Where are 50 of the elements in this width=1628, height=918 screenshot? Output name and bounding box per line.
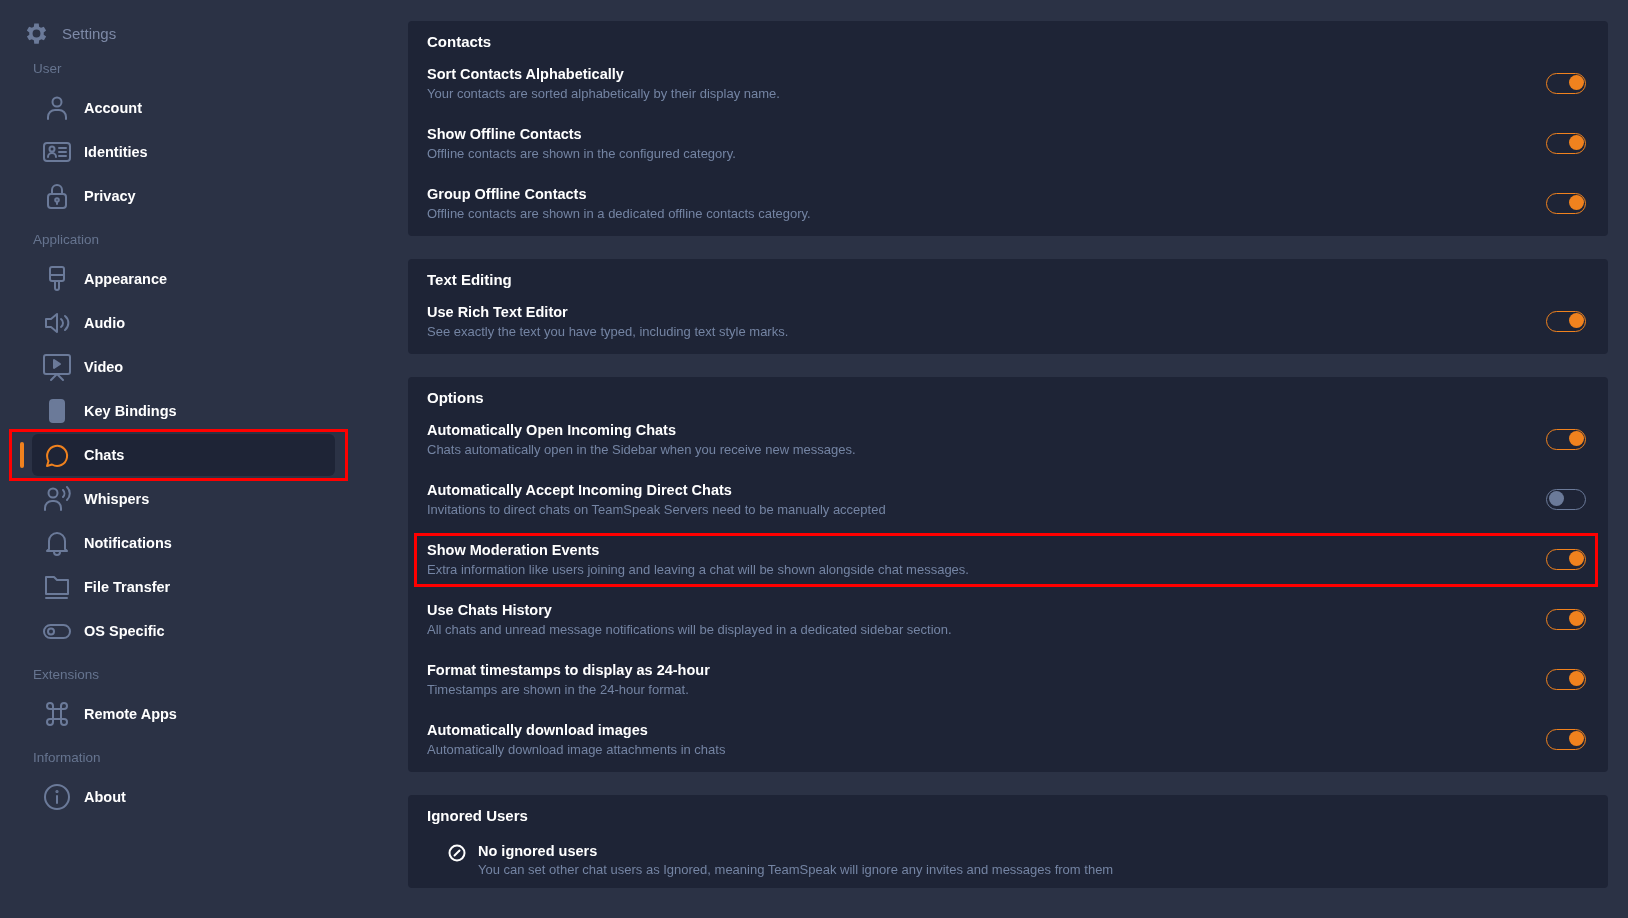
person-speaking-icon (42, 484, 72, 514)
setting-title: Show Moderation Events (427, 541, 601, 558)
sidebar-item[interactable]: Remote Apps (32, 693, 335, 735)
setting-description: Your contacts are sorted alphabetically by their display name. (427, 85, 781, 101)
sidebar-item[interactable]: Notifications (32, 522, 335, 564)
group-label: Extensions (33, 666, 101, 684)
sidebar-item[interactable]: Privacy (32, 175, 335, 217)
sidebar-title: Settings (62, 24, 117, 42)
sidebar-item[interactable]: Chats (32, 434, 335, 476)
active-indicator (20, 442, 24, 468)
sidebar-item[interactable]: Audio (32, 302, 335, 344)
group-label: User (33, 60, 63, 78)
setting-title: Show Offline Contacts (427, 125, 583, 142)
setting-title: Group Offline Contacts (427, 185, 588, 202)
sidebar-item[interactable]: Video (32, 346, 335, 388)
sidebar-item[interactable]: Whispers (32, 478, 335, 520)
sidebar-item[interactable]: About (32, 776, 335, 818)
setting-title: Format timestamps to display as 24-hour (427, 661, 711, 678)
sidebar-item[interactable]: Key Bindings (32, 390, 335, 432)
section-title: Text Editing (426, 270, 513, 290)
section-title: Contacts (426, 32, 493, 52)
info-icon (42, 782, 72, 812)
setting-title: Sort Contacts Alphabetically (427, 65, 625, 82)
section-title: Ignored Users (426, 806, 529, 826)
sidebar-item[interactable]: File Transfer (32, 566, 335, 608)
setting-description: Invitations to direct chats on TeamSpeak Servers need to be manually accepted (427, 501, 887, 517)
setting-description: Automatically download image attachments in chats (427, 741, 727, 757)
setting-description: See exactly the text you have typed, including text style marks. (427, 323, 790, 339)
setting-description: Offline contacts are shown in the configured category. (427, 145, 737, 161)
setting-description: Timestamps are shown in the 24-hour format. (427, 681, 690, 697)
setting-title: Automatically download images (427, 721, 649, 738)
sidebar-item[interactable]: Appearance (32, 258, 335, 300)
sidebar-item[interactable]: OS Specific (32, 610, 335, 652)
empty-description: You can set other chat users as Ignored, meaning TeamSpeak will ignore any invites and messages from them (478, 862, 1115, 877)
empty-title: No ignored users (478, 843, 599, 859)
section-title: Options (426, 388, 485, 408)
setting-title: Use Chats History (427, 601, 553, 618)
group-label: Information (33, 749, 102, 767)
setting-description: Extra information like users joining and leaving a chat will be shown alongside chat messages. (427, 561, 970, 577)
sidebar-item[interactable]: Identities (32, 131, 335, 173)
sidebar-item[interactable]: Account (32, 87, 335, 129)
setting-description: Offline contacts are shown in a dedicated offline contacts category. (427, 205, 812, 221)
setting-description: All chats and unread message notifications will be displayed in a dedicated sidebar section. (427, 621, 953, 637)
screen-play-icon (42, 352, 72, 382)
setting-title: Automatically Open Incoming Chats (427, 421, 677, 438)
setting-title: Automatically Accept Incoming Direct Chats (427, 481, 733, 498)
setting-description: Chats automatically open in the Sidebar when you receive new messages. (427, 441, 857, 457)
setting-title: Use Rich Text Editor (427, 303, 569, 320)
group-label: Application (33, 231, 101, 249)
circle-slash-icon (448, 844, 466, 862)
